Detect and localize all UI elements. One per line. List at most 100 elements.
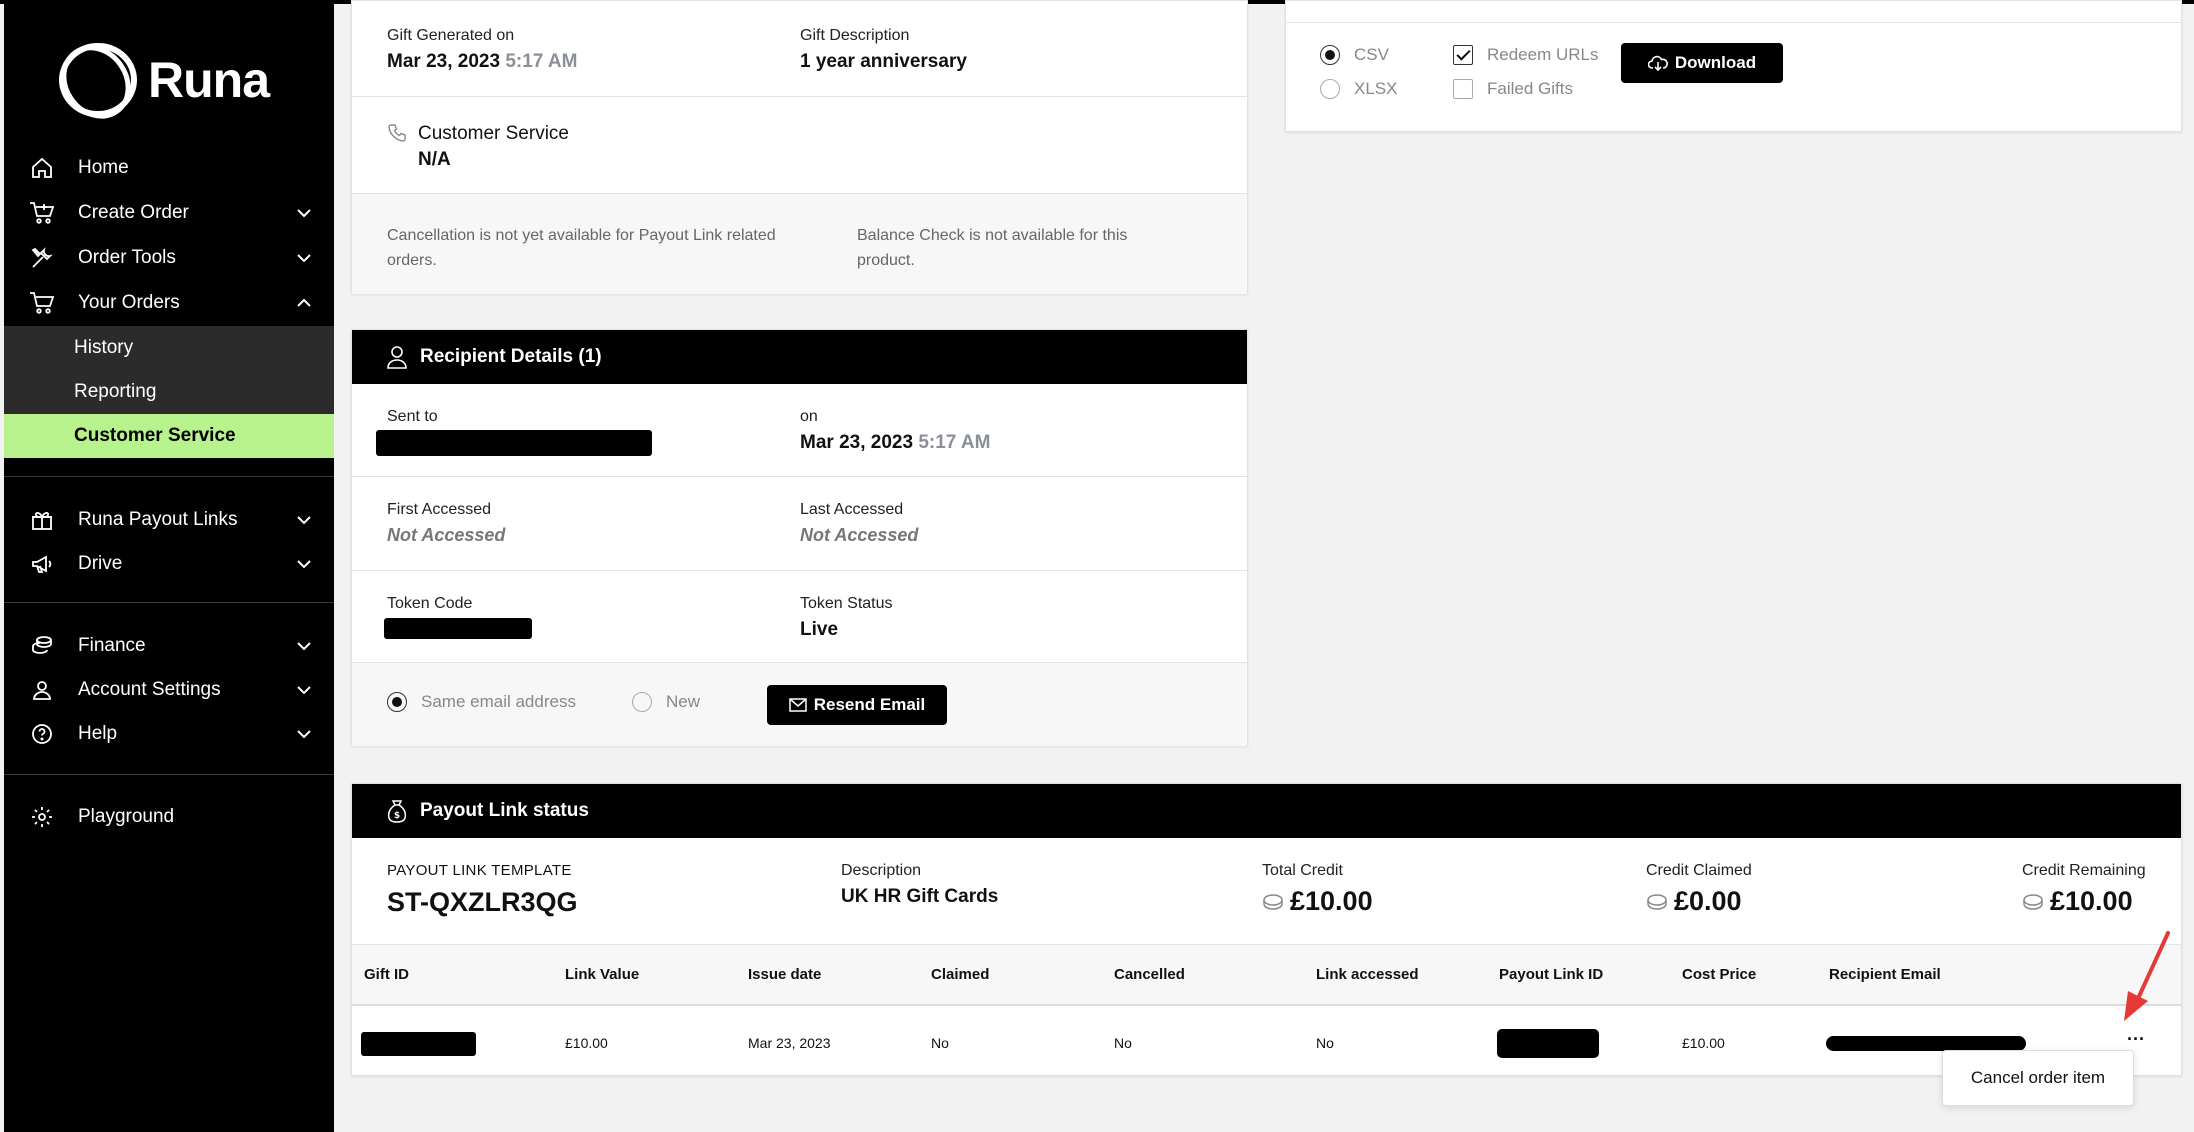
col-link-accessed[interactable]: Link accessed — [1316, 966, 1419, 983]
coin-icon — [2023, 893, 2043, 910]
coin-icon — [1647, 893, 1667, 910]
nav-create-order-label: Create Order — [78, 202, 189, 223]
annotation-arrow-icon — [2124, 931, 2170, 1021]
description-value: UK HR Gift Cards — [841, 886, 999, 907]
template-label: PAYOUT LINK TEMPLATE — [387, 862, 572, 879]
nav-drive-label: Drive — [78, 553, 123, 574]
nav-payout-links[interactable]: Runa Payout Links — [4, 498, 334, 542]
col-gift-id[interactable]: Gift ID — [364, 966, 409, 983]
col-link-value[interactable]: Link Value — [565, 966, 639, 983]
phone-icon — [388, 124, 406, 142]
cancel-note: Cancellation is not yet available for Pa… — [387, 227, 776, 269]
nav-your-orders-label: Your Orders — [78, 292, 180, 313]
new-email-option[interactable]: New — [632, 692, 700, 712]
failed-gifts-option[interactable]: Failed Gifts — [1453, 79, 1573, 99]
same-email-radio[interactable] — [387, 692, 407, 712]
csv-radio[interactable] — [1320, 45, 1340, 65]
sent-on-date: Mar 23, 2023 — [800, 432, 914, 453]
download-button-label: Download — [1674, 53, 1757, 72]
same-email-label: Same email address — [421, 692, 576, 711]
sub-customer-service[interactable]: Customer Service — [4, 414, 334, 458]
nav-help[interactable]: Help — [4, 712, 334, 756]
chevron-down-icon — [297, 686, 311, 695]
redeem-urls-option[interactable]: Redeem URLs — [1453, 45, 1599, 65]
cancel-order-item[interactable]: Cancel order item — [1971, 1068, 2105, 1088]
token-status-label: Token Status — [800, 595, 893, 612]
gift-id-redacted — [361, 1032, 476, 1056]
runa-logo[interactable]: Runa — [56, 38, 270, 122]
nav-your-orders[interactable]: Your Orders — [4, 281, 334, 325]
user-icon — [28, 676, 56, 704]
same-email-option[interactable]: Same email address — [387, 692, 576, 712]
nav-create-order[interactable]: Create Order — [4, 191, 334, 235]
envelope-icon — [789, 698, 807, 712]
row-divider — [352, 476, 1247, 477]
nav-home-label: Home — [78, 157, 129, 178]
total-credit-value: £10.00 — [1290, 886, 1373, 916]
payout-link-id-redacted — [1497, 1029, 1599, 1058]
nav-finance[interactable]: Finance — [4, 624, 334, 668]
col-payout-link-id[interactable]: Payout Link ID — [1499, 966, 1603, 983]
credit-claimed-label: Credit Claimed — [1646, 862, 1752, 879]
customer-service-value: N/A — [418, 149, 451, 170]
chevron-down-icon — [297, 560, 311, 569]
col-recipient-email[interactable]: Recipient Email — [1829, 966, 1941, 983]
cell-link-accessed: No — [1316, 1035, 1334, 1051]
nav-playground-label: Playground — [78, 806, 175, 827]
svg-text:$: $ — [394, 811, 400, 821]
total-credit: £10.00 — [1262, 886, 1373, 917]
col-cost-price[interactable]: Cost Price — [1682, 966, 1756, 983]
logo-text: Runa — [148, 52, 270, 108]
sent-to-redacted — [376, 430, 652, 456]
gift-generated-label: Gift Generated on — [387, 27, 515, 44]
nav-account-settings[interactable]: Account Settings — [4, 668, 334, 712]
col-claimed[interactable]: Claimed — [931, 966, 989, 983]
download-button[interactable]: Download — [1621, 43, 1783, 83]
xlsx-radio[interactable] — [1320, 79, 1340, 99]
row-divider — [352, 570, 1247, 571]
nav-playground[interactable]: Playground — [4, 795, 334, 839]
row-more-button[interactable]: ··· — [2127, 1029, 2145, 1050]
sent-on-value: Mar 23, 2023 5:17 AM — [800, 432, 990, 454]
last-accessed-label: Last Accessed — [800, 501, 904, 518]
gift-generated-time: 5:17 AM — [505, 51, 578, 72]
csv-option[interactable]: CSV — [1320, 45, 1389, 65]
sub-reporting[interactable]: Reporting — [4, 370, 334, 414]
csv-label: CSV — [1354, 45, 1389, 64]
total-credit-label: Total Credit — [1262, 862, 1343, 879]
failed-gifts-checkbox[interactable] — [1453, 79, 1473, 99]
recipient-title: Recipient Details (1) — [420, 346, 602, 367]
xlsx-label: XLSX — [1354, 79, 1398, 98]
xlsx-option[interactable]: XLSX — [1320, 79, 1397, 99]
nav-drive[interactable]: Drive — [4, 542, 334, 586]
col-cancelled[interactable]: Cancelled — [1114, 966, 1185, 983]
payout-card: $ Payout Link status PAYOUT LINK TEMPLAT… — [351, 783, 2182, 1076]
col-issue-date[interactable]: Issue date — [748, 966, 821, 983]
credit-claimed: £0.00 — [1646, 886, 1742, 917]
gear-icon — [28, 803, 56, 831]
megaphone-icon — [28, 550, 56, 578]
nav-finance-label: Finance — [78, 635, 146, 656]
help-circle-icon — [28, 720, 56, 748]
sent-to-label: Sent to — [387, 408, 438, 425]
nav-home[interactable]: Home — [4, 146, 334, 190]
resend-email-label: Resend Email — [813, 695, 926, 714]
nav-order-tools[interactable]: Order Tools — [4, 236, 334, 280]
redeem-urls-checkbox[interactable] — [1453, 45, 1473, 65]
download-card: CSV XLSX Redeem URLs Failed Gifts Downlo… — [1285, 0, 2182, 132]
resend-email-button[interactable]: Resend Email — [767, 685, 947, 725]
gift-generated-date: Mar 23, 2023 — [387, 51, 501, 72]
token-code-redacted — [384, 618, 532, 639]
token-code-label: Token Code — [387, 595, 473, 612]
sub-history[interactable]: History — [4, 326, 334, 370]
redeem-urls-label: Redeem URLs — [1487, 45, 1599, 64]
new-email-radio[interactable] — [632, 692, 652, 712]
gift-info-card: Gift Generated on Mar 23, 2023 5:17 AM G… — [351, 0, 1248, 294]
first-accessed-label: First Accessed — [387, 501, 492, 518]
cell-claimed: No — [931, 1035, 949, 1051]
sidebar-divider — [4, 774, 334, 775]
sent-on-time: 5:17 AM — [918, 432, 991, 453]
recipient-email-redacted — [1826, 1036, 2026, 1051]
gift-generated-value: Mar 23, 2023 5:17 AM — [387, 51, 577, 73]
sub-reporting-label: Reporting — [74, 381, 157, 402]
